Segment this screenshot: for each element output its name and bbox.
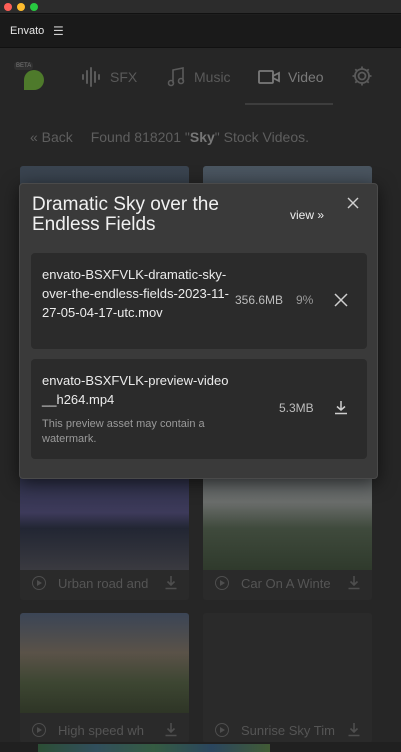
results-prefix: Found 818201 " [90,129,190,145]
card-title: Urban road and [58,576,149,591]
waveform-icon [82,67,100,87]
play-icon[interactable] [32,723,46,737]
minimize-window-button[interactable] [17,3,25,11]
tab-video-label: Video [288,69,324,85]
tab-video[interactable]: Video [258,64,324,90]
play-icon[interactable] [215,723,229,737]
tab-sfx[interactable]: SFX [80,64,137,90]
card-title: High speed wh [58,723,144,738]
video-thumbnail[interactable] [20,613,189,713]
tab-music[interactable]: Music [166,64,231,90]
zoom-window-button[interactable] [30,3,38,11]
video-card[interactable]: Car On A Winte [203,466,372,600]
video-thumbnail[interactable] [20,466,189,570]
tab-music-label: Music [194,69,231,85]
results-summary: « Back Found 818201 "Sky" Stock Videos. [30,129,309,145]
card-title: Car On A Winte [241,576,331,591]
top-nav: BETA SFX Music Video [0,48,401,106]
card-footer: Car On A Winte [203,570,372,596]
card-footer: High speed wh [20,717,189,743]
close-icon[interactable] [346,196,360,210]
file-name: envato-BSXFVLK-preview-video__h264.mp4 [42,373,229,407]
download-icon[interactable] [347,721,361,737]
download-icon[interactable] [333,399,349,415]
video-card[interactable]: High speed wh [20,613,189,743]
video-card[interactable]: Sunrise Sky Tim [203,613,372,743]
envato-logo[interactable]: BETA [14,62,46,94]
download-item: envato-BSXFVLK-preview-video__h264.mp4 T… [31,359,367,459]
music-note-icon [167,67,185,87]
card-footer: Sunrise Sky Tim [203,717,372,743]
beta-badge: BETA [14,62,34,70]
card-title: Sunrise Sky Tim [241,723,335,738]
app-header: Envato ☰ [0,15,401,48]
active-tab-indicator [245,103,333,105]
main-content: BETA SFX Music Video « Back Found 818201… [0,48,401,752]
video-thumbnail[interactable] [203,466,372,570]
file-size: 356.6MB [235,293,284,307]
download-icon[interactable] [347,574,361,590]
bottom-strip-image [38,744,270,752]
results-query: Sky [189,129,215,145]
view-link[interactable]: view » [290,208,324,222]
play-icon[interactable] [32,576,46,590]
close-window-button[interactable] [4,3,12,11]
leaf-icon [24,70,44,90]
card-footer: Urban road and [20,570,189,596]
file-name: envato-BSXFVLK-dramatic-sky-over-the-end… [42,267,229,320]
download-progress: 9% [296,293,314,307]
results-suffix: " Stock Videos. [214,129,310,145]
dialog-title: Dramatic Sky over the Endless Fields [32,194,219,235]
download-item: envato-BSXFVLK-dramatic-sky-over-the-end… [31,253,367,349]
gear-icon[interactable] [351,65,373,87]
tab-sfx-label: SFX [110,69,138,85]
file-size: 5.3MB [279,401,314,415]
download-icon[interactable] [164,721,178,737]
back-link[interactable]: « Back [30,129,73,145]
play-icon[interactable] [215,576,229,590]
app-title: Envato [10,25,45,37]
download-dialog: Dramatic Sky over the Endless Fields vie… [19,183,378,479]
download-icon[interactable] [164,574,178,590]
video-thumbnail[interactable] [203,613,372,713]
video-card[interactable]: Urban road and [20,466,189,600]
watermark-note: This preview asset may contain a waterma… [42,418,205,445]
window-titlebar [0,0,401,14]
menu-icon[interactable]: ☰ [53,24,64,38]
cancel-icon[interactable] [333,292,349,308]
video-camera-icon [258,70,280,84]
